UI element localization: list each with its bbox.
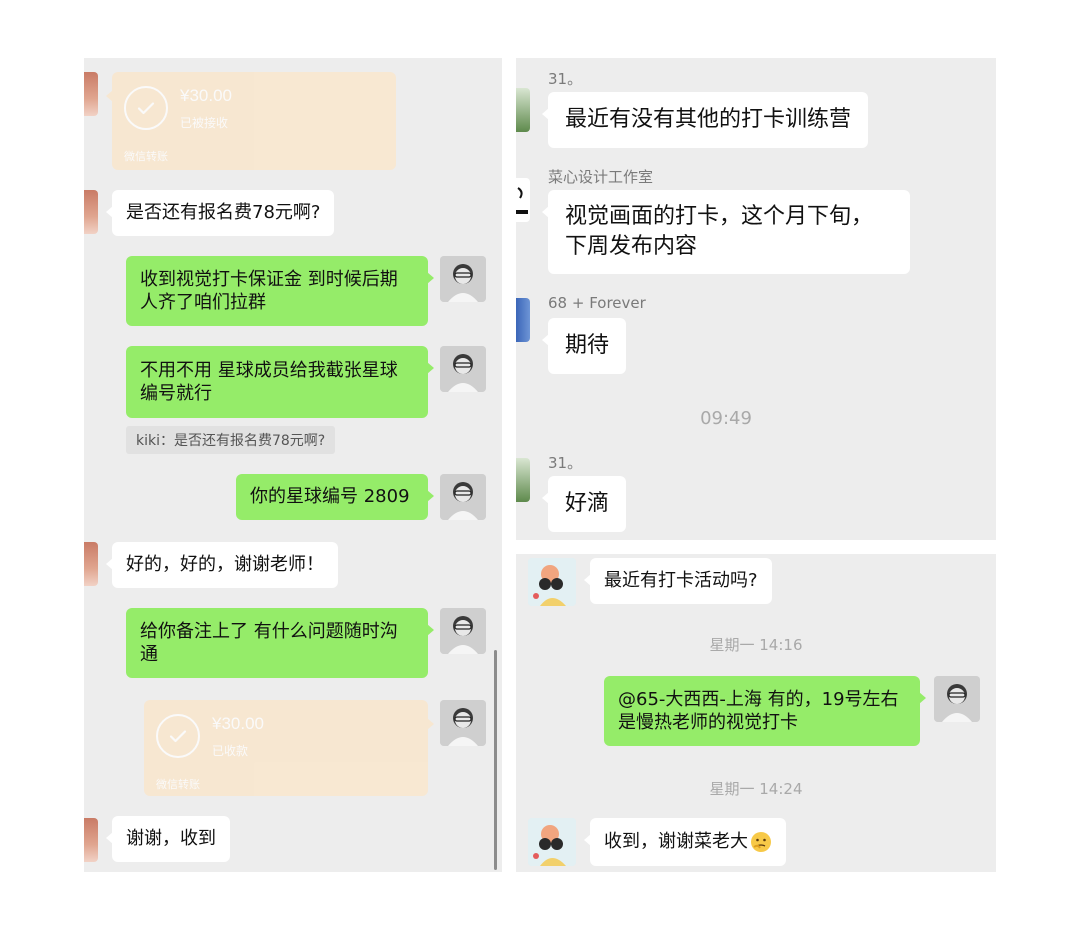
message-bubble[interactable]: 最近有打卡活动吗? bbox=[584, 558, 772, 604]
message-bubble[interactable]: 最近有没有其他的打卡训练营 bbox=[541, 92, 869, 148]
sender-name: 31。 bbox=[548, 454, 583, 472]
check-circle-icon bbox=[124, 86, 168, 130]
sender-name: 31。 bbox=[548, 70, 583, 88]
avatar[interactable] bbox=[84, 542, 98, 586]
message-bubble[interactable]: 好滴 bbox=[541, 476, 627, 532]
message-bubble[interactable]: 你的星球编号 2809 bbox=[236, 474, 434, 520]
user-avatar-icon bbox=[440, 346, 486, 392]
transfer-footer: 微信转账 bbox=[156, 778, 200, 791]
avatar[interactable] bbox=[528, 558, 576, 606]
avatar[interactable] bbox=[440, 256, 486, 302]
avatar[interactable] bbox=[440, 608, 486, 654]
avatar[interactable] bbox=[440, 346, 486, 392]
avatar[interactable] bbox=[934, 676, 980, 722]
timestamp: 星期一 14:24 bbox=[709, 780, 803, 798]
user-avatar-icon bbox=[440, 608, 486, 654]
quoted-message[interactable]: kiki：是否还有报名费78元啊? bbox=[126, 426, 336, 454]
message-bubble[interactable]: 谢谢，收到 bbox=[106, 816, 230, 862]
message-bubble[interactable]: 收到视觉打卡保证金 到时候后期人齐了咱们拉群 bbox=[126, 256, 434, 326]
user-avatar-icon bbox=[440, 256, 486, 302]
transfer-footer: 微信转账 bbox=[124, 150, 168, 163]
timestamp: 星期一 14:16 bbox=[709, 636, 803, 654]
message-bubble[interactable]: 好的，好的，谢谢老师！ bbox=[106, 542, 338, 588]
scrollbar[interactable] bbox=[494, 650, 497, 870]
transfer-card[interactable]: ¥30.00 已被接收 微信转账 bbox=[106, 72, 396, 170]
avatar[interactable] bbox=[516, 298, 530, 342]
avatar[interactable] bbox=[84, 818, 98, 862]
transfer-amount: ¥30.00 bbox=[180, 86, 232, 105]
message-bubble[interactable]: 不用不用 星球成员给我截张星球编号就行 bbox=[126, 346, 434, 418]
avatar[interactable] bbox=[84, 190, 98, 234]
transfer-amount: ¥30.00 bbox=[212, 714, 264, 733]
avatar[interactable] bbox=[516, 88, 530, 132]
avatar[interactable] bbox=[528, 818, 576, 866]
right-top-chat-panel[interactable]: 31。 最近有没有其他的打卡训练营 菜心设计工作室 视觉画面的打卡，这个月下旬，… bbox=[516, 58, 996, 540]
user-avatar-icon bbox=[934, 676, 980, 722]
message-bubble-with-emoji[interactable]: 收到，谢谢菜老大 bbox=[584, 818, 786, 866]
thinking-face-emoji-icon bbox=[751, 832, 771, 852]
timestamp: 09:49 bbox=[700, 408, 752, 429]
logo-icon bbox=[516, 187, 528, 214]
avatar[interactable] bbox=[516, 178, 530, 222]
user-avatar-icon bbox=[440, 474, 486, 520]
user-avatar-icon bbox=[440, 700, 486, 746]
avatar[interactable] bbox=[516, 458, 530, 502]
message-bubble[interactable]: 期待 bbox=[541, 318, 627, 374]
transfer-card[interactable]: ¥30.00 已收款 微信转账 bbox=[144, 700, 434, 796]
transfer-status: 已被接收 bbox=[180, 116, 229, 130]
right-bottom-chat-panel[interactable]: 最近有打卡活动吗? 星期一 14:16 @65-大西西-上海 有的，19号左右是… bbox=[516, 554, 996, 872]
cartoon-avatar-icon bbox=[528, 818, 576, 866]
message-bubble[interactable]: 视觉画面的打卡，这个月下旬，下周发布内容 bbox=[542, 190, 910, 274]
avatar[interactable] bbox=[84, 72, 98, 116]
transfer-status: 已收款 bbox=[212, 744, 249, 758]
sender-name: 68 + Forever bbox=[548, 294, 646, 312]
cartoon-avatar-icon bbox=[528, 558, 576, 606]
sender-name: 菜心设计工作室 bbox=[548, 168, 654, 186]
message-bubble[interactable]: 给你备注上了 有什么问题随时沟通 bbox=[126, 608, 434, 678]
message-bubble[interactable]: @65-大西西-上海 有的，19号左右是慢热老师的视觉打卡 bbox=[604, 676, 926, 746]
message-text: 收到，谢谢菜老大 bbox=[604, 831, 748, 853]
check-circle-icon bbox=[156, 714, 200, 758]
avatar[interactable] bbox=[440, 700, 486, 746]
avatar[interactable] bbox=[440, 474, 486, 520]
left-chat-panel[interactable]: ¥30.00 已被接收 微信转账 是否还有报名费78元啊? 收到视觉打卡保证金 … bbox=[84, 58, 502, 872]
message-bubble[interactable]: 是否还有报名费78元啊? bbox=[105, 190, 335, 236]
